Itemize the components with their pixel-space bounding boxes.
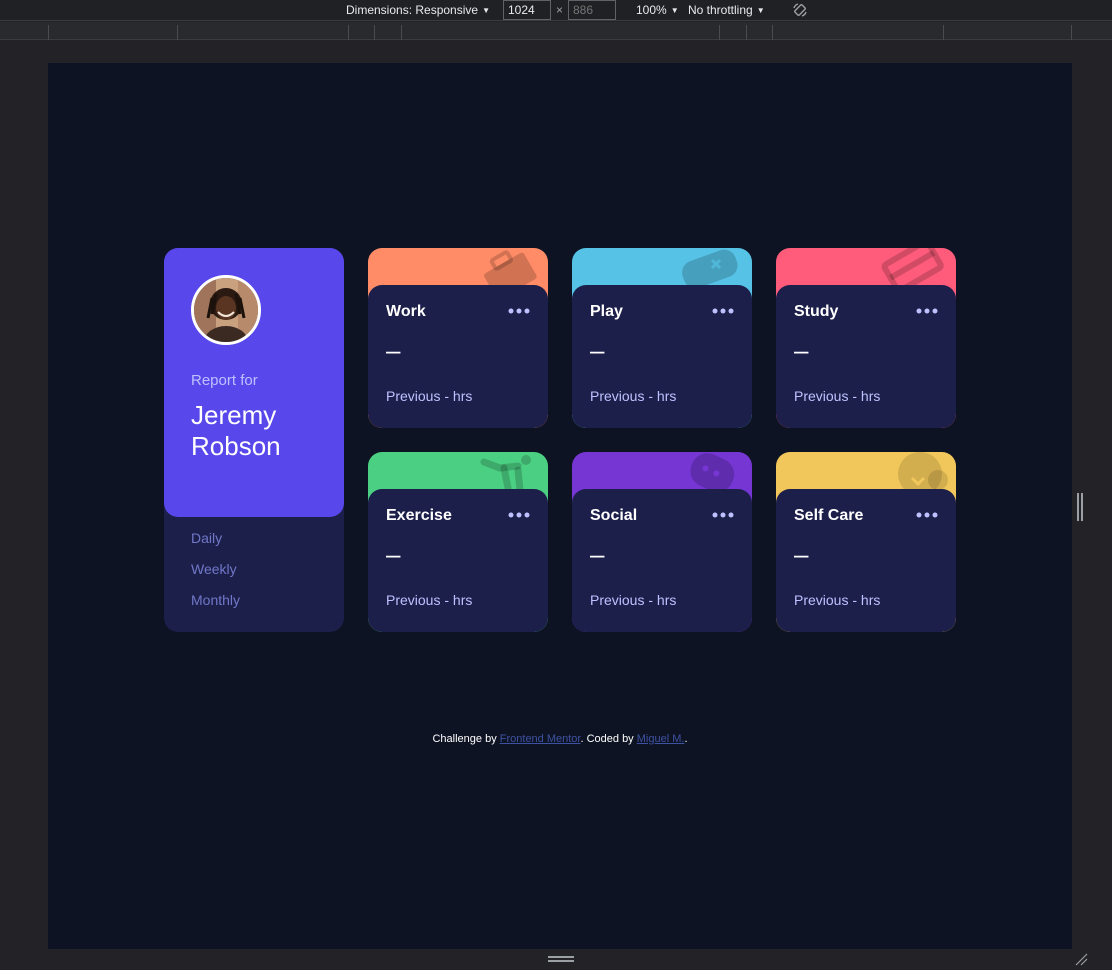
current-hours: – bbox=[590, 539, 605, 569]
ellipsis-icon[interactable] bbox=[508, 307, 530, 315]
avatar bbox=[191, 275, 261, 345]
current-hours: – bbox=[794, 539, 809, 569]
ellipsis-icon[interactable] bbox=[508, 511, 530, 519]
frontend-mentor-link[interactable]: Frontend Mentor bbox=[500, 733, 581, 745]
previous-hours: Previous - hrs bbox=[386, 388, 473, 404]
page-viewport: Report for Jeremy Robson Daily Weekly Mo… bbox=[48, 63, 1072, 949]
resize-handle-right[interactable] bbox=[1077, 493, 1085, 521]
previous-hours: Previous - hrs bbox=[590, 592, 677, 608]
card-body: Social – Previous - hrs bbox=[572, 489, 752, 632]
ellipsis-icon[interactable] bbox=[712, 307, 734, 315]
zoom-label: 100% bbox=[636, 3, 667, 17]
card-body: Work – Previous - hrs bbox=[368, 285, 548, 428]
author-link[interactable]: Miguel M. bbox=[637, 733, 685, 745]
card-exercise: Exercise – Previous - hrs bbox=[368, 452, 548, 632]
previous-hours: Previous - hrs bbox=[794, 592, 881, 608]
times-sign: × bbox=[556, 3, 564, 17]
card-title: Self Care bbox=[794, 507, 864, 524]
card-title: Work bbox=[386, 303, 426, 320]
card-play: Play – Previous - hrs bbox=[572, 248, 752, 428]
media-query-ruler[interactable] bbox=[0, 22, 1112, 40]
width-input[interactable] bbox=[503, 0, 551, 20]
report-for-label: Report for bbox=[191, 372, 258, 389]
previous-hours: Previous - hrs bbox=[794, 388, 881, 404]
period-daily[interactable]: Daily bbox=[191, 530, 222, 546]
ellipsis-icon[interactable] bbox=[916, 511, 938, 519]
card-title: Exercise bbox=[386, 507, 452, 524]
card-body: Play – Previous - hrs bbox=[572, 285, 752, 428]
current-hours: – bbox=[386, 335, 401, 365]
resize-corner-icon[interactable] bbox=[1074, 952, 1088, 966]
dimensions-label: Dimensions: Responsive bbox=[346, 3, 479, 17]
current-hours: – bbox=[794, 335, 809, 365]
ellipsis-icon[interactable] bbox=[916, 307, 938, 315]
card-body: Self Care – Previous - hrs bbox=[776, 489, 956, 632]
card-body: Exercise – Previous - hrs bbox=[368, 489, 548, 632]
footer-suffix: . bbox=[684, 733, 688, 745]
throttling-label: No throttling bbox=[688, 3, 753, 17]
footer-middle: . Coded by bbox=[580, 733, 637, 745]
caret-down-icon: ▼ bbox=[756, 6, 765, 15]
current-hours: – bbox=[386, 539, 401, 569]
dimensions-dropdown[interactable]: Dimensions: Responsive ▼ bbox=[346, 0, 490, 21]
card-social: Social – Previous - hrs bbox=[572, 452, 752, 632]
card-study: Study – Previous - hrs bbox=[776, 248, 956, 428]
attribution-footer: Challenge by Frontend Mentor. Coded by M… bbox=[48, 733, 1072, 745]
caret-down-icon: ▼ bbox=[670, 6, 679, 15]
avatar-image bbox=[194, 278, 258, 342]
profile-card: Report for Jeremy Robson Daily Weekly Mo… bbox=[164, 248, 344, 632]
ellipsis-icon[interactable] bbox=[712, 511, 734, 519]
zoom-dropdown[interactable]: 100% ▼ bbox=[636, 0, 679, 21]
card-title: Study bbox=[794, 303, 839, 320]
height-input[interactable] bbox=[568, 0, 616, 20]
throttling-dropdown[interactable]: No throttling ▼ bbox=[688, 0, 765, 21]
card-self-care: Self Care – Previous - hrs bbox=[776, 452, 956, 632]
rotate-icon[interactable] bbox=[792, 2, 808, 18]
card-title: Play bbox=[590, 303, 623, 320]
resize-handle-bottom[interactable] bbox=[548, 956, 574, 962]
card-title: Social bbox=[590, 507, 638, 524]
previous-hours: Previous - hrs bbox=[590, 388, 677, 404]
card-work: Work – Previous - hrs bbox=[368, 248, 548, 428]
current-hours: – bbox=[590, 335, 605, 365]
profile-header: Report for Jeremy Robson bbox=[164, 248, 344, 517]
previous-hours: Previous - hrs bbox=[386, 592, 473, 608]
period-weekly[interactable]: Weekly bbox=[191, 561, 237, 577]
devtools-toolbar: Dimensions: Responsive▼ × 100%▼ No throt… bbox=[0, 0, 1112, 21]
caret-down-icon: ▼ bbox=[482, 6, 490, 15]
card-body: Study – Previous - hrs bbox=[776, 285, 956, 428]
footer-prefix: Challenge by bbox=[432, 733, 500, 745]
user-name: Jeremy Robson bbox=[191, 400, 281, 461]
period-monthly[interactable]: Monthly bbox=[191, 592, 240, 608]
